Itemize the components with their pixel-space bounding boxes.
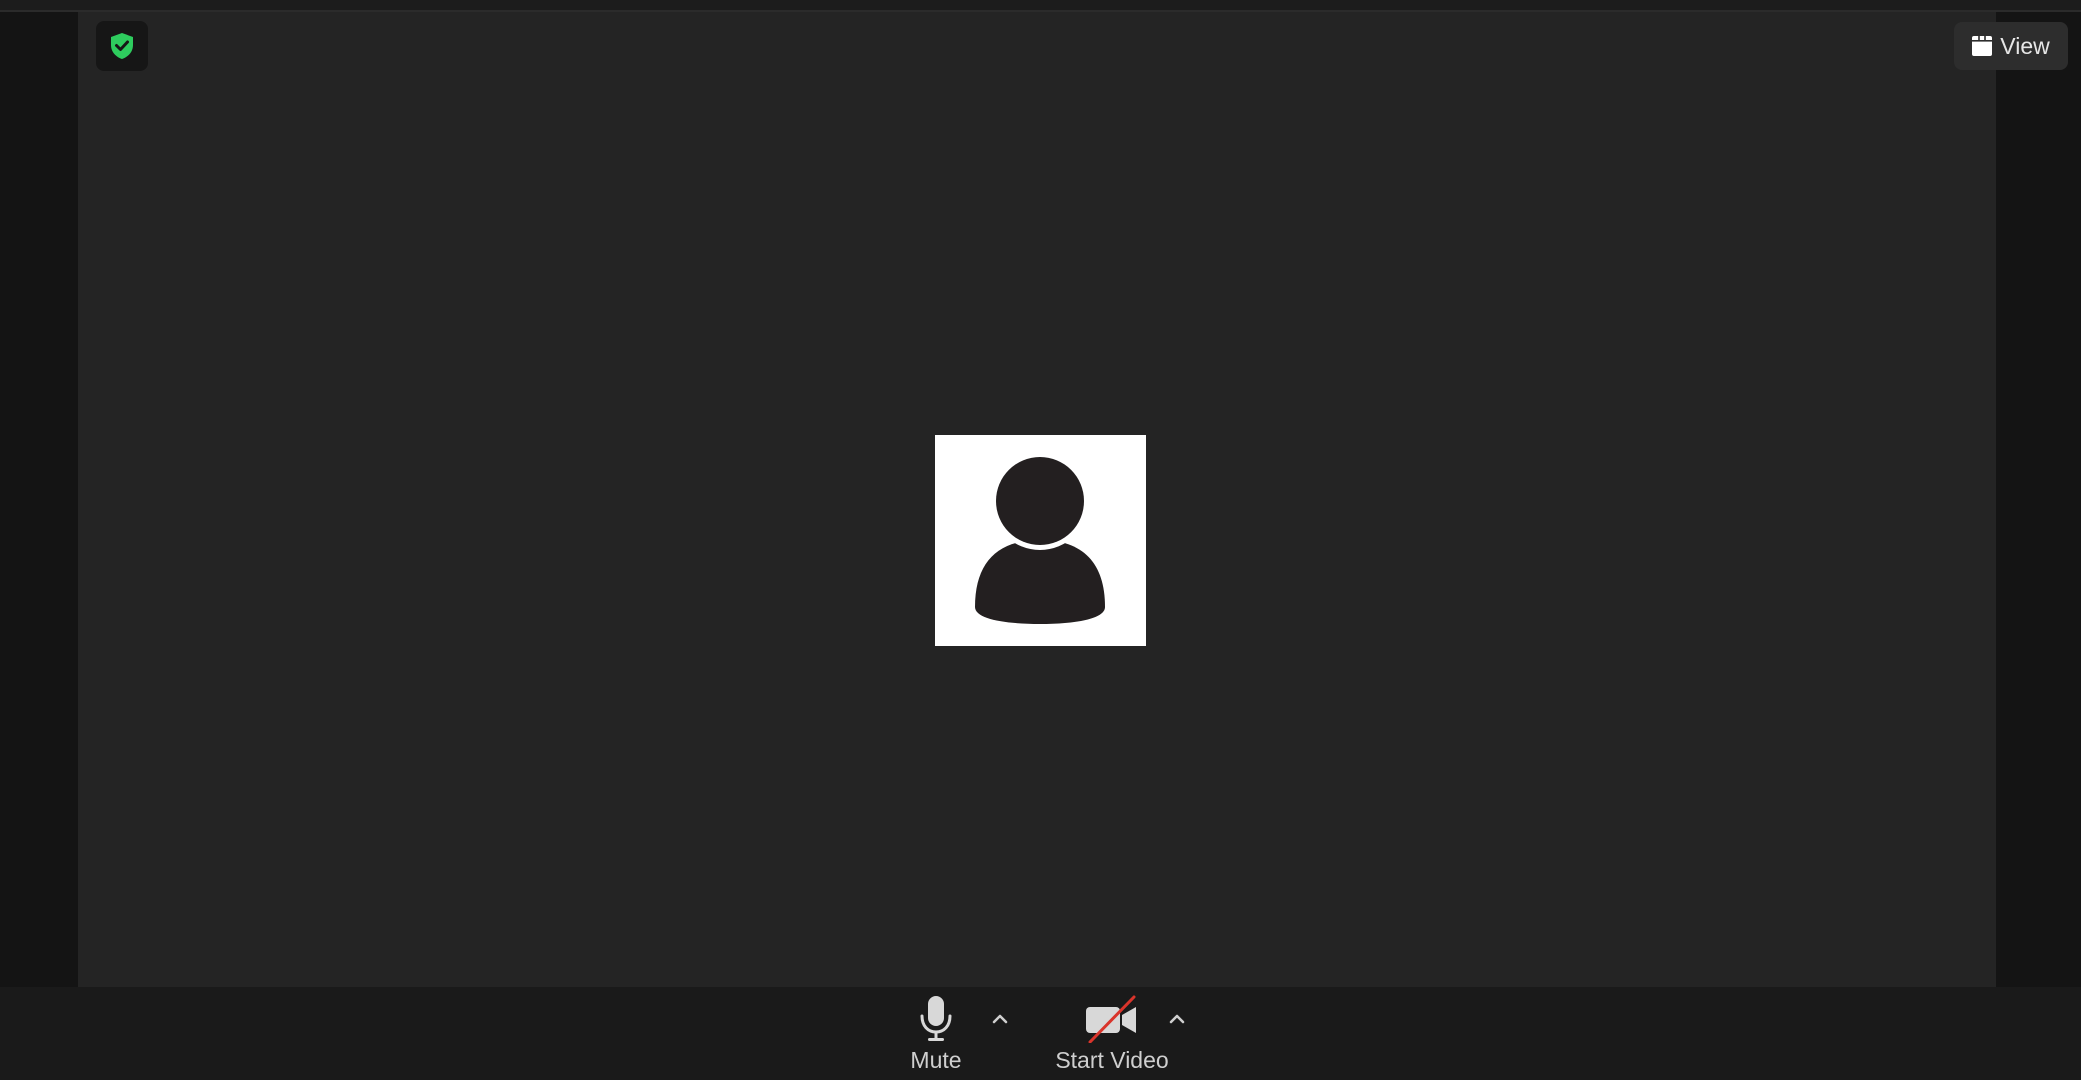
mute-button[interactable]: Mute	[900, 987, 972, 1080]
camera-off-icon	[1085, 993, 1139, 1045]
start-video-button[interactable]: Start Video	[1040, 987, 1184, 1080]
audio-options-chevron-up-icon[interactable]	[989, 1008, 1011, 1030]
grid-icon	[1972, 36, 1993, 56]
person-icon	[975, 452, 1105, 624]
video-options-chevron-up-icon[interactable]	[1166, 1008, 1188, 1030]
shield-check-icon	[111, 33, 133, 59]
window-top-edge	[0, 0, 2081, 12]
start-video-label: Start Video	[1055, 1047, 1169, 1073]
meeting-toolbar: Mute Start Video	[0, 987, 2081, 1080]
microphone-icon	[918, 993, 954, 1045]
meeting-window: View Mute Start Video	[0, 0, 2081, 1080]
view-label: View	[2000, 32, 2050, 59]
view-button[interactable]: View	[1954, 22, 2068, 70]
participant-avatar-tile	[935, 435, 1146, 646]
mute-label: Mute	[910, 1047, 962, 1073]
security-button[interactable]	[96, 21, 148, 71]
